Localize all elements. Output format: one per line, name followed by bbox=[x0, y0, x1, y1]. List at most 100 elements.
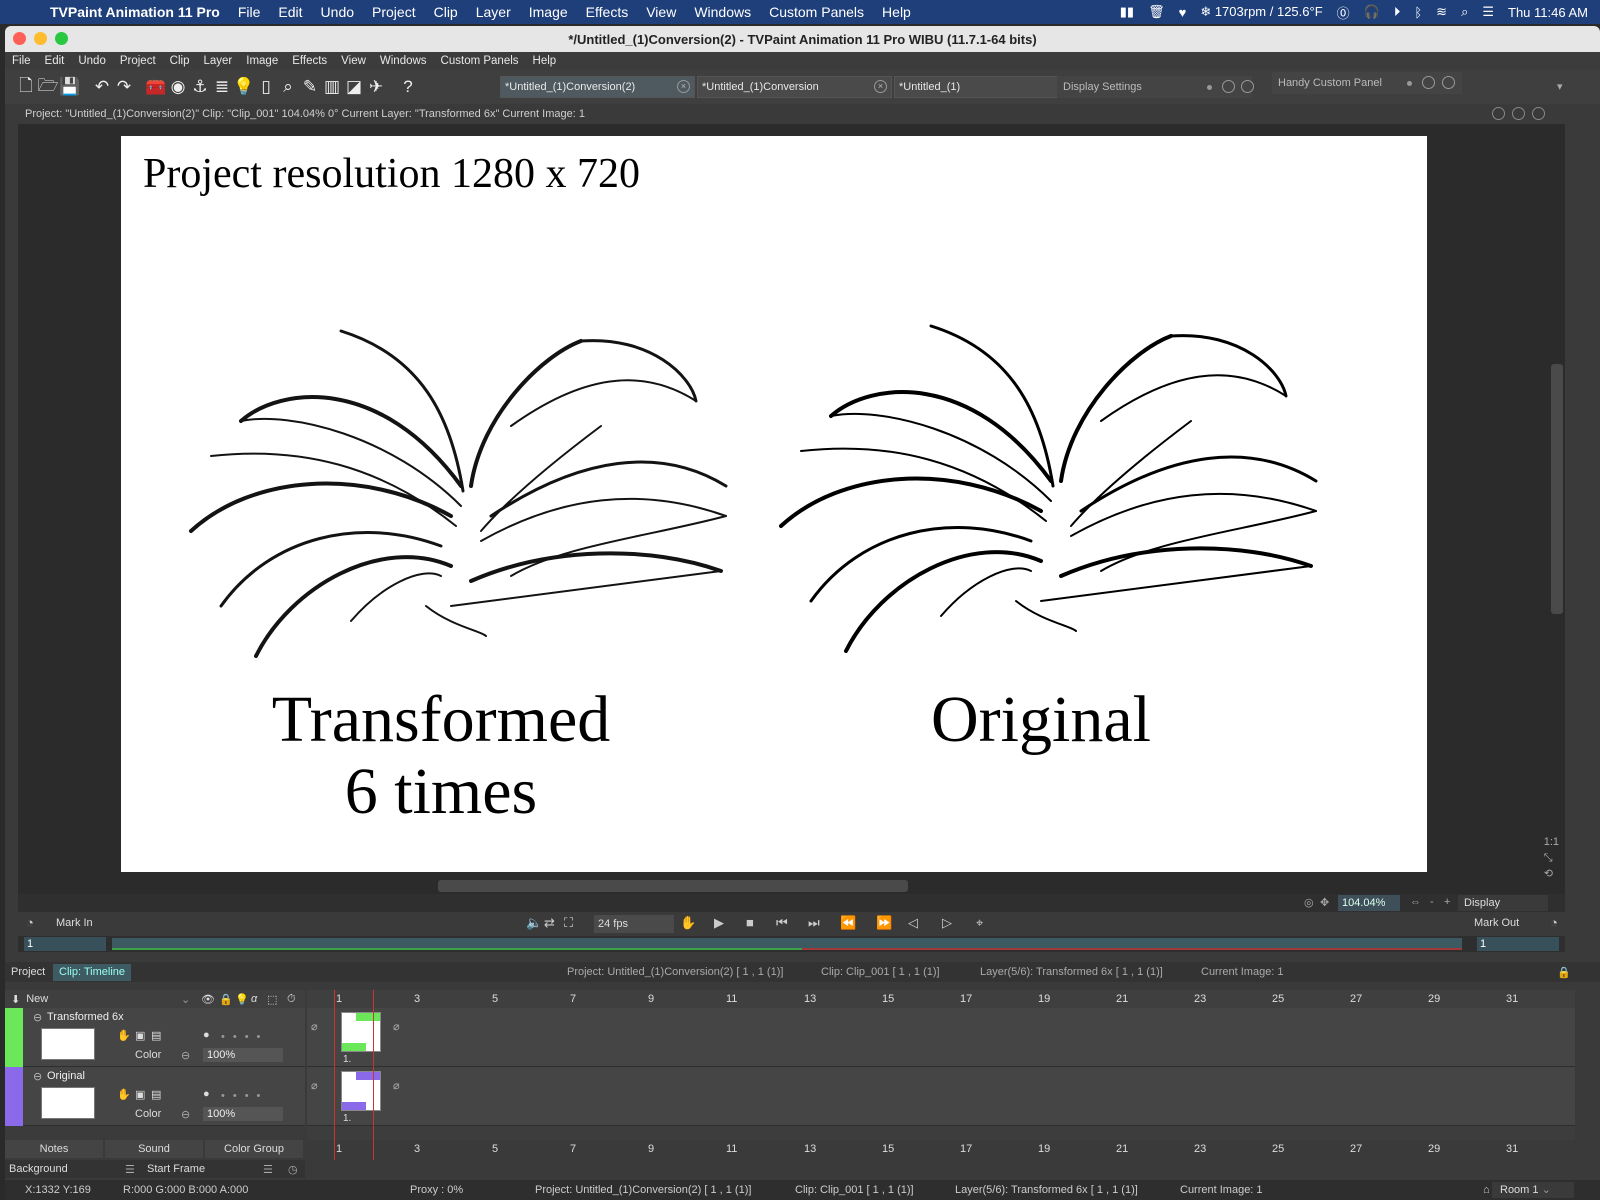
blend-icon[interactable]: ▣ bbox=[135, 1088, 145, 1101]
collapse-icon[interactable]: ⊖ bbox=[33, 1070, 42, 1083]
menu-layer[interactable]: Layer bbox=[467, 4, 520, 20]
app-menu-custom-panels[interactable]: Custom Panels bbox=[434, 55, 526, 67]
zoom-in-icon[interactable]: + bbox=[1444, 896, 1450, 908]
menu-image[interactable]: Image bbox=[520, 4, 577, 20]
empty-frame-icon[interactable]: ⌀ bbox=[393, 1020, 400, 1033]
safe-area-icon[interactable]: ⛶ bbox=[564, 915, 573, 931]
layer-track-original[interactable]: ⌀ ⌀ 1. bbox=[307, 1067, 1575, 1126]
close-icon[interactable] bbox=[1532, 107, 1545, 120]
list-icon[interactable]: ☰ bbox=[263, 1163, 273, 1176]
menu-help[interactable]: Help bbox=[873, 4, 920, 20]
mark-out-field[interactable]: 1 bbox=[1477, 937, 1559, 951]
play-icon[interactable]: ▶ bbox=[714, 915, 724, 931]
minimize-window-button[interactable] bbox=[34, 32, 47, 45]
tab-clip-timeline[interactable]: Clip: Timeline bbox=[53, 964, 132, 981]
lightbulb-icon[interactable]: 💡 bbox=[235, 993, 249, 1006]
empty-frame-icon[interactable]: ⌀ bbox=[393, 1079, 400, 1092]
redo-icon[interactable]: ↷ bbox=[113, 75, 135, 99]
audio-wave-icon[interactable]: ▮▮ bbox=[1120, 4, 1134, 20]
mark-in-field[interactable]: 1 bbox=[24, 937, 106, 951]
mark-out-label[interactable]: Mark Out bbox=[1474, 917, 1519, 929]
add-icon[interactable]: ▤ bbox=[151, 1029, 161, 1042]
headphones-icon[interactable]: 🎧 bbox=[1364, 4, 1380, 20]
layer-row-transformed[interactable]: ⊖ Transformed 6x ✋ ▣ ▤ ● •••• Color ⊖ 10… bbox=[5, 1008, 305, 1067]
menu-clip[interactable]: Clip bbox=[425, 4, 467, 20]
stamp-icon[interactable]: ⚓ bbox=[189, 75, 211, 99]
app-menu-clip[interactable]: Clip bbox=[163, 55, 197, 67]
close-window-button[interactable] bbox=[13, 32, 26, 45]
layer-blend-mode[interactable]: Color bbox=[135, 1049, 161, 1061]
menu-undo[interactable]: Undo bbox=[312, 4, 363, 20]
bluetooth-icon[interactable]: ᛒ bbox=[1414, 5, 1422, 20]
display-settings-panel-tab[interactable]: Display Settings bbox=[1057, 76, 1254, 98]
ruler-icon[interactable]: ▯ bbox=[255, 75, 277, 99]
wifi-icon[interactable]: ≋ bbox=[1436, 4, 1447, 20]
rotate-icon[interactable]: ⟲ bbox=[1544, 866, 1559, 882]
app-menu-help[interactable]: Help bbox=[526, 55, 564, 67]
app-menu-file[interactable]: File bbox=[5, 55, 38, 67]
chevron-down-icon[interactable]: ▾ bbox=[1557, 80, 1563, 93]
hand-icon[interactable]: ✋ bbox=[117, 1088, 131, 1101]
fan-status[interactable]: ❄ 1703rpm / 125.6°F bbox=[1200, 4, 1322, 20]
eye-icon[interactable]: 👁 bbox=[201, 993, 215, 1006]
lock-icon[interactable]: 🔒 bbox=[1557, 966, 1571, 979]
frame-cell[interactable] bbox=[341, 1012, 381, 1052]
menu-view[interactable]: View bbox=[637, 4, 685, 20]
app-menu-undo[interactable]: Undo bbox=[71, 55, 113, 67]
zoom-reset-icon[interactable]: ◎ bbox=[1304, 896, 1314, 909]
brush-set-icon[interactable]: ✎ bbox=[299, 75, 321, 99]
graph-icon[interactable]: ◪ bbox=[343, 75, 365, 99]
room-dropdown[interactable]: Room 1 ⌄ bbox=[1492, 1182, 1574, 1198]
sound-tab[interactable]: Sound bbox=[105, 1140, 203, 1158]
step-forward-icon[interactable]: ▷ bbox=[942, 915, 952, 931]
blend-icon[interactable]: ▣ bbox=[135, 1029, 145, 1042]
close-icon[interactable] bbox=[1241, 80, 1254, 93]
menu-edit[interactable]: Edit bbox=[269, 4, 311, 20]
stop-icon[interactable]: ■ bbox=[746, 915, 754, 930]
menu-windows[interactable]: Windows bbox=[685, 4, 760, 20]
list-icon[interactable]: ☰ bbox=[125, 1163, 135, 1176]
doc-tab-untitled[interactable]: *Untitled_(1) bbox=[894, 76, 1059, 98]
fit-icon[interactable]: ⤡ bbox=[1544, 850, 1559, 866]
background-setting[interactable]: Background bbox=[9, 1163, 68, 1175]
timer-icon[interactable]: ⏱ bbox=[287, 993, 296, 1006]
close-icon[interactable]: × bbox=[874, 80, 887, 93]
drawing-viewport[interactable]: Project resolution 1280 x 720 Transforme… bbox=[18, 124, 1565, 894]
loop-icon[interactable]: ⇄ bbox=[544, 915, 555, 931]
sound-icon[interactable]: 🔈 bbox=[526, 915, 542, 931]
search-icon[interactable]: ⌕ bbox=[1461, 4, 1468, 20]
close-icon[interactable] bbox=[1442, 76, 1455, 89]
flip-icon[interactable]: ⇔ bbox=[1410, 896, 1421, 908]
horizontal-scrollbar[interactable] bbox=[438, 880, 908, 892]
scrub-icon[interactable]: ✋ bbox=[680, 915, 696, 931]
paper-plane-icon[interactable]: ✈ bbox=[365, 75, 387, 99]
next-key-icon[interactable]: ⏩ bbox=[876, 915, 892, 931]
menu-effects[interactable]: Effects bbox=[577, 4, 638, 20]
color-group-tab[interactable]: Color Group bbox=[205, 1140, 303, 1158]
app-menu-layer[interactable]: Layer bbox=[196, 55, 239, 67]
chevron-down-icon[interactable]: ⌄ bbox=[181, 993, 190, 1006]
lock-icon[interactable]: 🔒 bbox=[219, 993, 233, 1006]
play-panel-icon[interactable] bbox=[1222, 80, 1235, 93]
vertical-scrollbar[interactable] bbox=[1551, 364, 1563, 614]
layer-color-swatch[interactable] bbox=[5, 1067, 23, 1126]
layer-blend-mode[interactable]: Color bbox=[135, 1108, 161, 1120]
magnifier-icon[interactable]: ⌕ bbox=[277, 75, 299, 99]
layer-name[interactable]: Original bbox=[47, 1070, 85, 1082]
undo-icon[interactable]: ↶ bbox=[91, 75, 113, 99]
layer-opacity-field[interactable]: 100% bbox=[203, 1107, 283, 1121]
doc-tab-conversion-2[interactable]: *Untitled_(1)Conversion(2) × bbox=[500, 76, 695, 98]
app-menu-image[interactable]: Image bbox=[239, 55, 285, 67]
library-icon[interactable]: ▥ bbox=[321, 75, 343, 99]
display-dropdown[interactable]: Display bbox=[1458, 895, 1548, 911]
notes-tab[interactable]: Notes bbox=[5, 1140, 103, 1158]
save-icon[interactable]: 💾 bbox=[59, 75, 81, 99]
zoom-out-icon[interactable]: - bbox=[1430, 896, 1434, 908]
collapse-icon[interactable]: ⊖ bbox=[33, 1011, 42, 1024]
last-frame-icon[interactable]: ⏭ bbox=[808, 915, 820, 931]
app-menu-windows[interactable]: Windows bbox=[373, 55, 434, 67]
selection-icon[interactable]: ⬚ bbox=[267, 993, 277, 1006]
close-icon[interactable]: × bbox=[677, 80, 690, 93]
info-icon[interactable]: ⓪ bbox=[1337, 3, 1350, 22]
layer-color-swatch[interactable] bbox=[5, 1008, 23, 1067]
